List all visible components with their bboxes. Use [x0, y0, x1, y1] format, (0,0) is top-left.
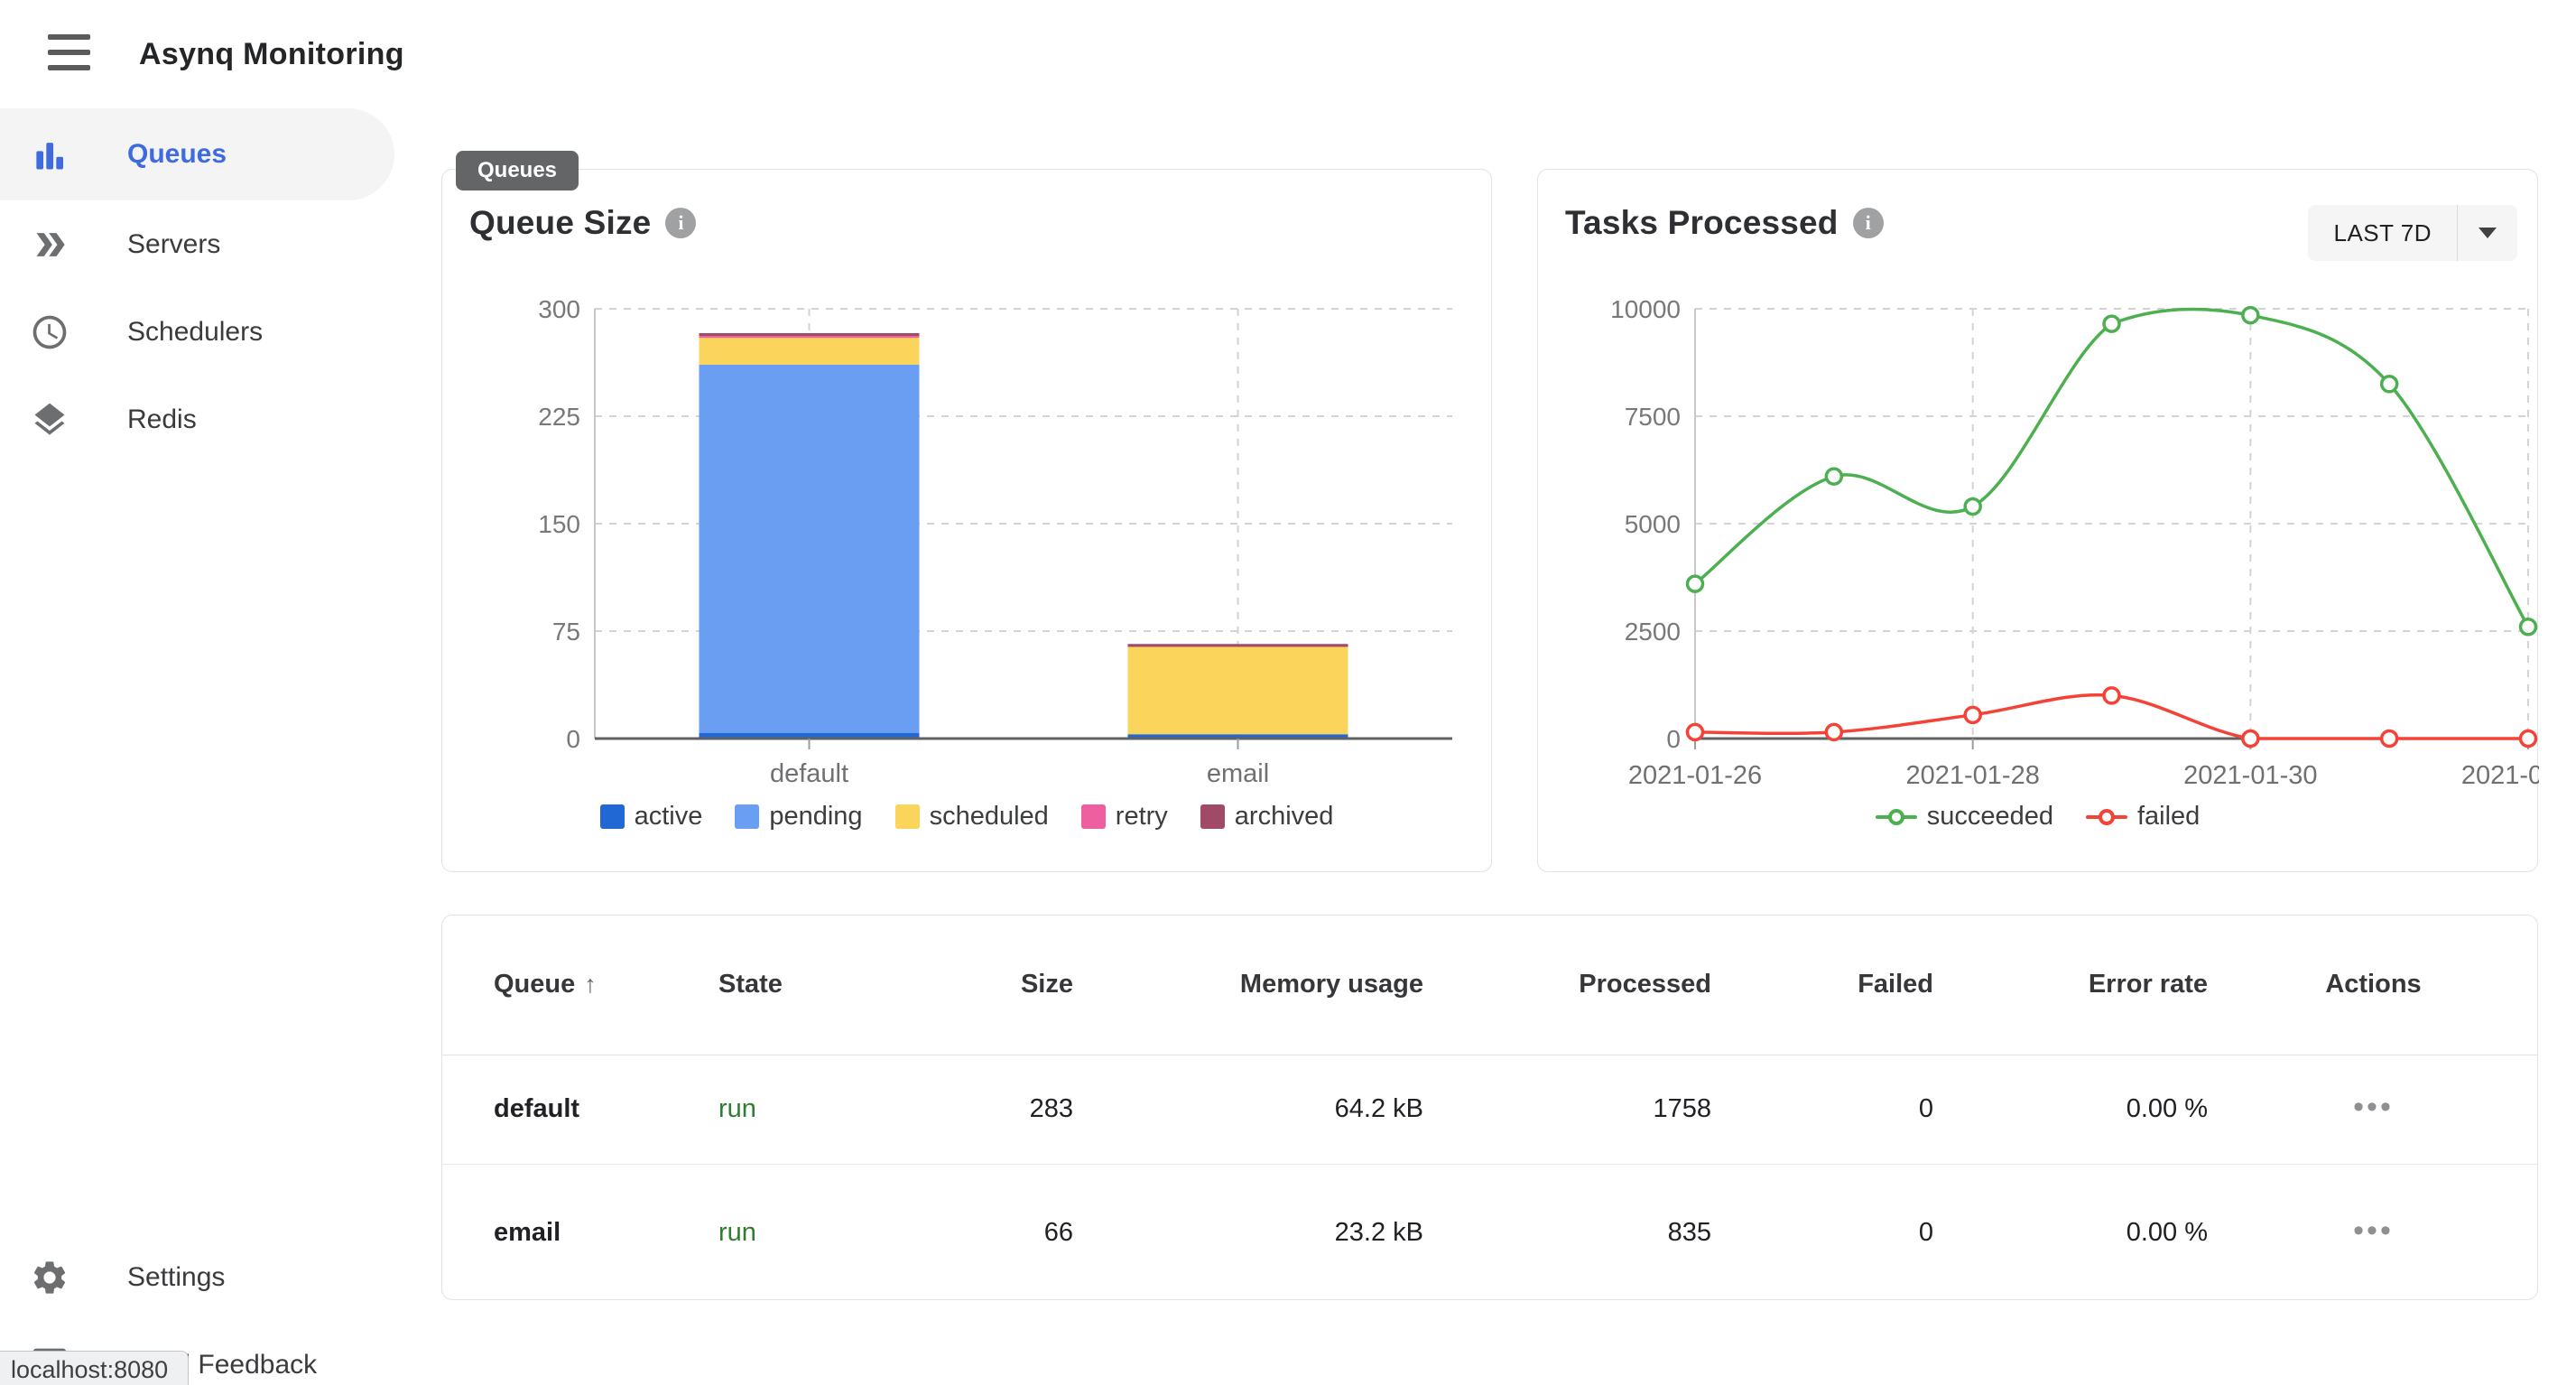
svg-text:150: 150	[538, 510, 580, 538]
queue-size-legend: active pending scheduled retry archived	[442, 802, 1491, 832]
svg-text:7500: 7500	[1625, 403, 1681, 431]
table-row-default: default run 283 64.2 kB 1758 0 0.00 % ••…	[442, 1055, 2538, 1164]
legend-line-marker	[1876, 809, 1917, 825]
layers-icon	[29, 399, 70, 441]
legend-swatch	[735, 804, 759, 829]
double-arrow-icon	[29, 224, 70, 265]
queue-link[interactable]: email	[442, 1164, 718, 1300]
sidebar-item-label: Redis	[127, 404, 197, 435]
svg-text:2500: 2500	[1625, 618, 1681, 646]
legend-item-archived: archived	[1200, 802, 1334, 832]
tasks-legend: succeeded failed	[1538, 802, 2537, 832]
queue-size-card: Queue Size i defaultemail075150225300 ac…	[441, 169, 1492, 872]
error-rate-cell: 0.00 %	[1933, 1164, 2208, 1300]
table-row-email: email run 66 23.2 kB 835 0 0.00 % •••	[442, 1164, 2538, 1300]
queues-tooltip: Queues	[456, 151, 579, 191]
failed-cell: 0	[1711, 1055, 1933, 1164]
sidebar-item-label: Schedulers	[127, 317, 263, 348]
bar-chart-icon	[29, 134, 70, 175]
row-actions-button[interactable]: •••	[2344, 1097, 2403, 1117]
sidebar-item-queues[interactable]: Queues	[0, 108, 394, 200]
svg-text:225: 225	[538, 403, 580, 431]
svg-text:2021-01-28: 2021-01-28	[1905, 761, 2039, 790]
tasks-processed-chart[interactable]: 2021-01-26 2021-01-28 2021-01-30 2021-02-01…	[1538, 170, 2539, 873]
legend-swatch	[600, 804, 625, 829]
svg-text:default: default	[770, 759, 848, 788]
queues-table: Queue ↑ State Size Memory usage Processe…	[442, 916, 2538, 1300]
sidebar-item-schedulers[interactable]: Schedulers	[0, 288, 394, 376]
column-header-error-rate[interactable]: Error rate	[1933, 916, 2208, 1055]
legend-line-marker	[2086, 809, 2127, 825]
column-header-size[interactable]: Size	[935, 916, 1073, 1055]
state-cell: run	[718, 1055, 935, 1164]
column-header-actions: Actions	[2208, 916, 2538, 1055]
asynq-monitoring-screen: Asynq Monitoring Queues Servers	[0, 0, 2576, 1385]
failed-cell: 0	[1711, 1164, 1933, 1300]
sidebar-item-redis[interactable]: Redis	[0, 376, 394, 463]
tasks-processed-card: Tasks Processed i LAST 7D 2021-01-262021…	[1537, 169, 2538, 872]
legend-swatch	[895, 804, 920, 829]
legend-item-active: active	[600, 802, 703, 832]
legend-item-pending: pending	[735, 802, 862, 832]
processed-cell: 1758	[1423, 1055, 1711, 1164]
size-cell: 283	[935, 1055, 1073, 1164]
svg-text:2021-01-30: 2021-01-30	[2183, 761, 2317, 790]
legend-item-succeeded: succeeded	[1876, 802, 2053, 832]
hamburger-menu-icon[interactable]	[36, 22, 101, 87]
sort-asc-icon: ↑	[584, 971, 597, 999]
legend-swatch	[1081, 804, 1106, 829]
table-header-row: Queue ↑ State Size Memory usage Processe…	[442, 916, 2538, 1055]
queues-table-card: Queue ↑ State Size Memory usage Processe…	[441, 915, 2538, 1300]
svg-text:75: 75	[552, 618, 580, 646]
processed-cell: 835	[1423, 1164, 1711, 1300]
gear-icon	[29, 1257, 70, 1298]
error-rate-cell: 0.00 %	[1933, 1055, 2208, 1164]
sidebar-item-label: Queues	[127, 139, 227, 170]
legend-item-failed: failed	[2086, 802, 2200, 832]
sidebar-item-label: Servers	[127, 229, 220, 260]
sidebar-item-settings[interactable]: Settings	[0, 1233, 394, 1321]
size-cell: 66	[935, 1164, 1073, 1300]
queue-link[interactable]: default	[442, 1055, 718, 1164]
svg-text:10000: 10000	[1610, 295, 1681, 323]
memory-cell: 23.2 kB	[1073, 1164, 1423, 1300]
memory-cell: 64.2 kB	[1073, 1055, 1423, 1164]
legend-swatch	[1200, 804, 1225, 829]
svg-text:0: 0	[566, 725, 580, 753]
svg-text:email: email	[1207, 759, 1269, 788]
column-header-state[interactable]: State	[718, 916, 935, 1055]
app-bar: Asynq Monitoring	[0, 0, 2576, 108]
column-header-failed[interactable]: Failed	[1711, 916, 1933, 1055]
svg-text:2021-01-26: 2021-01-26	[1628, 761, 1762, 790]
row-actions-button[interactable]: •••	[2344, 1221, 2403, 1241]
state-cell: run	[718, 1164, 935, 1300]
queue-size-chart[interactable]: default email 0 75 150 225 300	[442, 170, 1493, 873]
legend-item-retry: retry	[1081, 802, 1168, 832]
status-url-bubble: localhost:8080	[0, 1351, 189, 1385]
app-title: Asynq Monitoring	[139, 0, 404, 108]
svg-text:2021-02-01: 2021-02-01	[2461, 761, 2539, 790]
sidebar: Queues Servers Schedulers	[0, 108, 394, 1385]
svg-text:5000: 5000	[1625, 510, 1681, 538]
sidebar-item-servers[interactable]: Servers	[0, 200, 394, 288]
svg-text:300: 300	[538, 295, 580, 323]
legend-item-scheduled: scheduled	[895, 802, 1049, 832]
column-header-processed[interactable]: Processed	[1423, 916, 1711, 1055]
sidebar-item-label: Settings	[127, 1262, 225, 1293]
column-header-memory[interactable]: Memory usage	[1073, 916, 1423, 1055]
svg-text:0: 0	[1666, 725, 1681, 753]
clock-icon	[29, 311, 70, 353]
column-header-queue[interactable]: Queue ↑	[442, 916, 718, 1055]
